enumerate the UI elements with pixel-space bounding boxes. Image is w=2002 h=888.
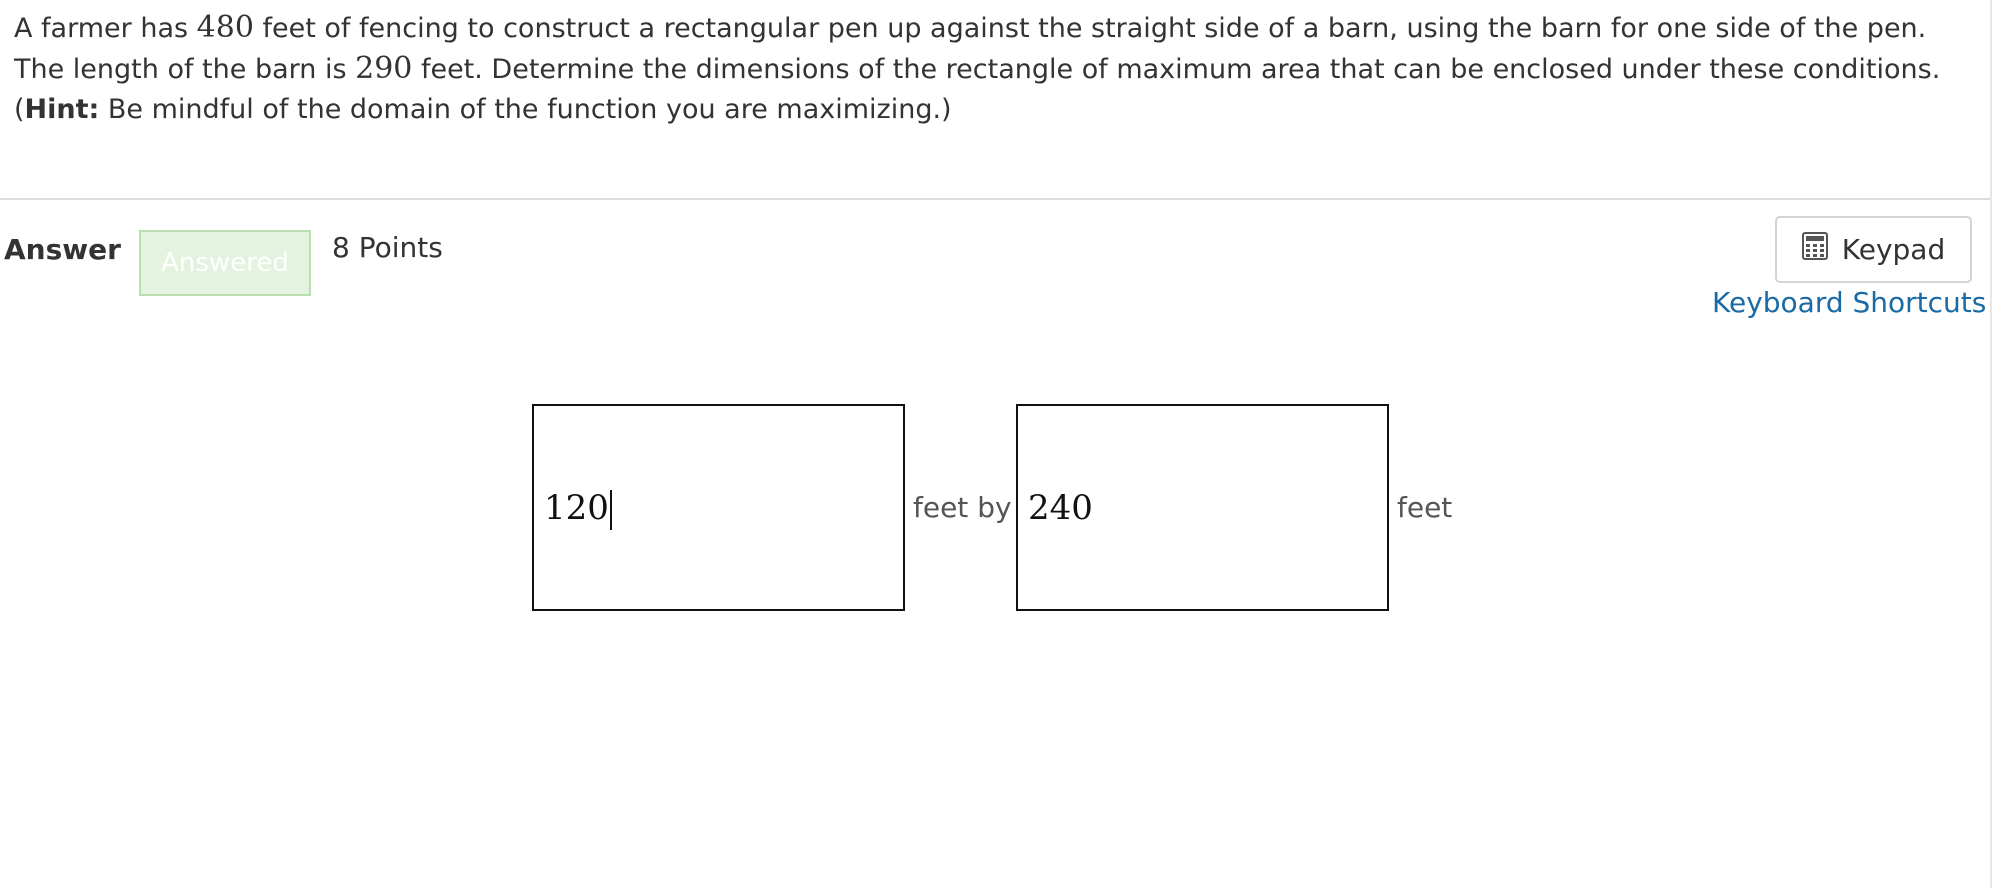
section-divider: [0, 198, 1990, 200]
question-text: A farmer has 480 feet of fencing to cons…: [14, 8, 1964, 130]
keyboard-shortcuts-link[interactable]: Keyboard Shortcuts: [1712, 285, 1986, 321]
feet-by-label: feet by: [913, 491, 1012, 524]
hint-text: Be mindful of the domain of the function…: [99, 94, 952, 125]
text-caret: [609, 490, 612, 530]
length-answer-input[interactable]: 240: [1016, 404, 1389, 611]
question-text-part-1: A farmer has: [14, 13, 197, 44]
hint-label: Hint:: [24, 94, 100, 125]
page-right-border: [1990, 0, 1992, 888]
points-label: 8 Points: [332, 231, 443, 264]
length-answer-value: 240: [1028, 488, 1093, 528]
feet-unit-label: feet: [1397, 491, 1453, 524]
barn-length-value: 290: [355, 51, 413, 86]
answer-label: Answer: [4, 233, 121, 266]
width-answer-input[interactable]: 120: [532, 404, 905, 611]
calculator-icon: [1801, 232, 1828, 267]
fence-length-value: 480: [196, 10, 254, 45]
width-answer-value: 120: [544, 488, 609, 528]
keypad-button[interactable]: Keypad: [1775, 216, 1972, 283]
answered-status-badge: Answered: [139, 230, 311, 296]
keypad-button-label: Keypad: [1841, 233, 1946, 266]
